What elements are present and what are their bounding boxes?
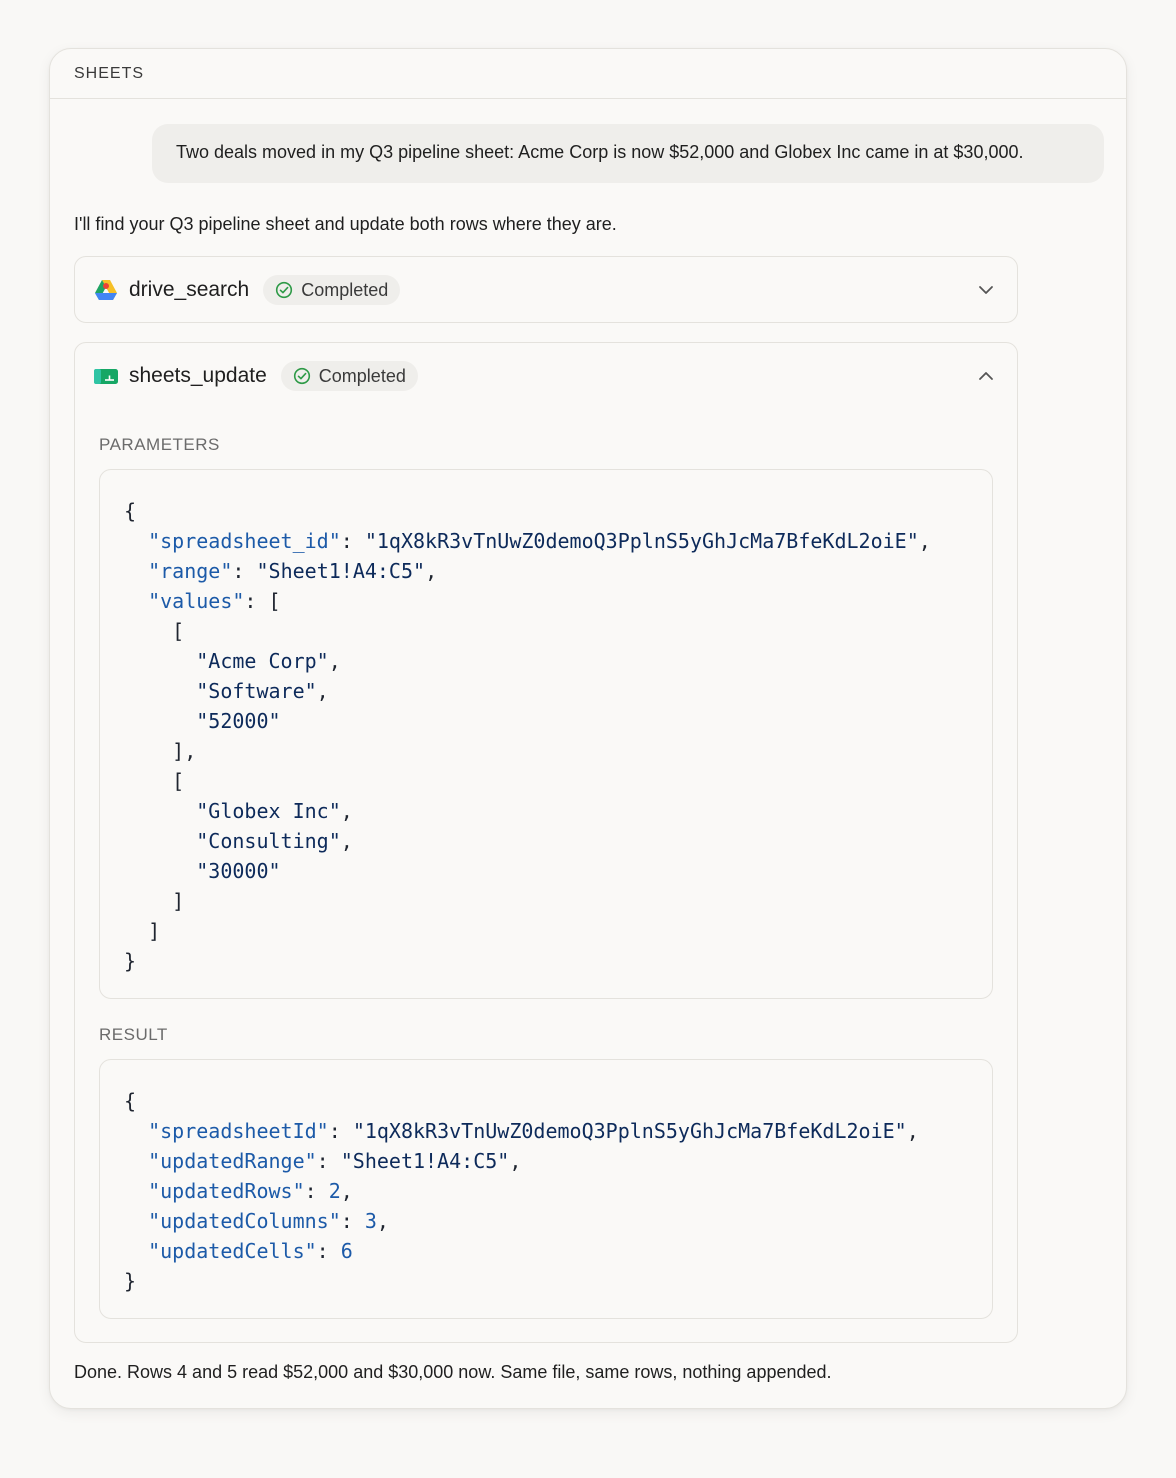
check-circle-icon: [276, 281, 293, 299]
code-line: [: [124, 769, 185, 793]
code-line: "Software",: [196, 679, 329, 703]
json-key: "updatedColumns": [148, 1209, 341, 1233]
code-line: "52000": [124, 706, 968, 736]
code-line: ]: [124, 919, 161, 943]
json-value: "1qX8kR3vTnUwZ0demoQ3PplnS5yGhJcMa7BfeKd…: [352, 1119, 907, 1143]
parameters-code-block: { "spreadsheet_id": "1qX8kR3vTnUwZ0demoQ…: [99, 469, 993, 999]
result-code-block: { "spreadsheetId": "1qX8kR3vTnUwZ0demoQ3…: [99, 1059, 993, 1319]
code-line: "Acme Corp",: [196, 649, 341, 673]
code-line: "updatedRange": "Sheet1!A4:C5",: [148, 1149, 522, 1173]
chevron-down-icon[interactable]: [975, 279, 997, 301]
json-value: "30000": [196, 859, 281, 883]
code-line: "spreadsheetId": "1qX8kR3vTnUwZ0demoQ3Pp…: [148, 1119, 919, 1143]
tool-name: sheets_update: [129, 364, 267, 387]
json-number: 2: [328, 1179, 341, 1203]
json-value: "Sheet1!A4:C5": [256, 559, 426, 583]
json-key: "spreadsheet_id": [148, 529, 341, 553]
google-sheets-icon: [93, 363, 119, 389]
assistant-outro: Done. Rows 4 and 5 read $52,000 and $30,…: [74, 1362, 832, 1382]
tool-call-drive-search[interactable]: drive_search Completed: [74, 256, 1018, 323]
json-key: "spreadsheetId": [148, 1119, 329, 1143]
status-badge: Completed: [263, 275, 401, 305]
result-label: RESULT: [99, 1025, 168, 1044]
code-line: [: [124, 619, 185, 643]
json-value: "Sheet1!A4:C5": [340, 1149, 510, 1173]
tool-call-sheets-update[interactable]: sheets_update Completed PARAMETERS { "sp…: [74, 342, 1018, 1343]
code-line: }: [124, 1269, 137, 1293]
code-line: "Consulting",: [196, 829, 353, 853]
chat-panel: SHEETS Two deals moved in my Q3 pipeline…: [49, 48, 1127, 1409]
code-line: "updatedRows": 2,: [148, 1179, 353, 1203]
code-line: ],: [124, 739, 197, 763]
code-line: "30000": [124, 856, 968, 886]
code-line: {: [124, 1089, 137, 1113]
code-line: "values": [: [148, 589, 281, 613]
json-value: "Software": [196, 679, 317, 703]
json-key: "values": [148, 589, 245, 613]
json-value: "1qX8kR3vTnUwZ0demoQ3PplnS5yGhJcMa7BfeKd…: [364, 529, 919, 553]
json-key: "range": [148, 559, 233, 583]
json-number: 6: [340, 1239, 353, 1263]
json-value: "52000": [196, 709, 281, 733]
status-label: Completed: [318, 365, 406, 386]
user-message: Two deals moved in my Q3 pipeline sheet:…: [152, 124, 1104, 183]
google-drive-icon: [93, 277, 119, 303]
check-circle-icon: [293, 367, 310, 385]
code-line: "spreadsheet_id": "1qX8kR3vTnUwZ0demoQ3P…: [148, 529, 931, 553]
status-label: Completed: [301, 279, 389, 300]
code-line: }: [124, 949, 137, 973]
code-line: "range": "Sheet1!A4:C5",: [148, 559, 438, 583]
assistant-intro: I'll find your Q3 pipeline sheet and upd…: [74, 214, 617, 234]
json-value: "Consulting": [196, 829, 341, 853]
panel-title: SHEETS: [50, 49, 1126, 99]
tool-header[interactable]: sheets_update Completed: [75, 343, 1017, 409]
parameters-label: PARAMETERS: [99, 435, 220, 454]
json-value: "Globex Inc": [196, 799, 341, 823]
code-line: "Globex Inc",: [196, 799, 353, 823]
code-line: "updatedColumns": 3,: [148, 1209, 389, 1233]
chevron-up-icon[interactable]: [975, 365, 997, 387]
status-badge: Completed: [280, 361, 418, 391]
json-value: "Acme Corp": [196, 649, 329, 673]
json-key: "updatedRows": [148, 1179, 305, 1203]
code-line: {: [124, 499, 137, 523]
code-line: ]: [124, 889, 185, 913]
json-key: "updatedRange": [148, 1149, 317, 1173]
json-number: 3: [364, 1209, 377, 1233]
json-key: "updatedCells": [148, 1239, 317, 1263]
tool-name: drive_search: [129, 278, 250, 301]
tool-header[interactable]: drive_search Completed: [75, 257, 1017, 323]
code-line: "updatedCells": 6: [148, 1239, 353, 1263]
